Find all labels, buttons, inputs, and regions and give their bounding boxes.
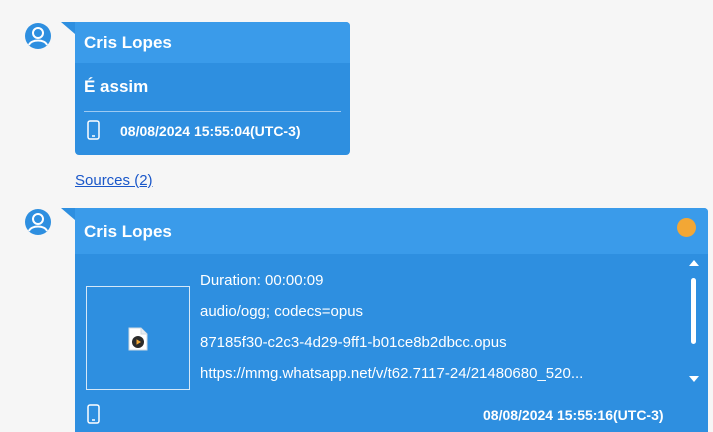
sender-name: Cris Lopes xyxy=(84,33,172,52)
sources-link[interactable]: Sources (2) xyxy=(75,172,153,189)
bubble-tail xyxy=(61,208,75,220)
phone-icon xyxy=(87,120,100,140)
attachment-mime: audio/ogg; codecs=opus xyxy=(200,303,364,320)
scrollbar[interactable] xyxy=(687,258,701,388)
attachment-filename: 87185f30-c2c3-4d29-9ff1-b01ce8b2dbcc.opu… xyxy=(200,334,507,351)
scroll-up-arrow-icon[interactable] xyxy=(689,260,699,266)
audio-attachment-thumbnail[interactable] xyxy=(86,286,190,390)
message-bubble: Cris Lopes É assim 08/08/2024 15:55:04(U… xyxy=(61,22,350,155)
message-timestamp: 08/08/2024 15:55:16(UTC-3) xyxy=(483,407,664,423)
message-header: Cris Lopes xyxy=(75,208,708,254)
user-avatar-icon xyxy=(25,209,51,235)
attachment-duration: Duration: 00:00:09 xyxy=(200,272,324,289)
scroll-down-arrow-icon[interactable] xyxy=(689,376,699,382)
user-avatar-icon xyxy=(25,23,51,49)
message-text: É assim xyxy=(84,77,149,96)
divider xyxy=(84,111,341,112)
message-bubble: Cris Lopes Duration: 00:00:09 audio/ogg;… xyxy=(61,208,708,432)
status-dot xyxy=(677,218,696,237)
message-timestamp: 08/08/2024 15:55:04(UTC-3) xyxy=(120,123,301,139)
phone-icon xyxy=(87,404,100,424)
scroll-thumb[interactable] xyxy=(691,278,696,344)
audio-file-icon xyxy=(128,327,148,351)
attachment-url[interactable]: https://mmg.whatsapp.net/v/t62.7117-24/2… xyxy=(200,365,583,382)
sender-name: Cris Lopes xyxy=(84,222,172,241)
message-header: Cris Lopes xyxy=(75,22,350,63)
bubble-tail xyxy=(61,22,75,34)
